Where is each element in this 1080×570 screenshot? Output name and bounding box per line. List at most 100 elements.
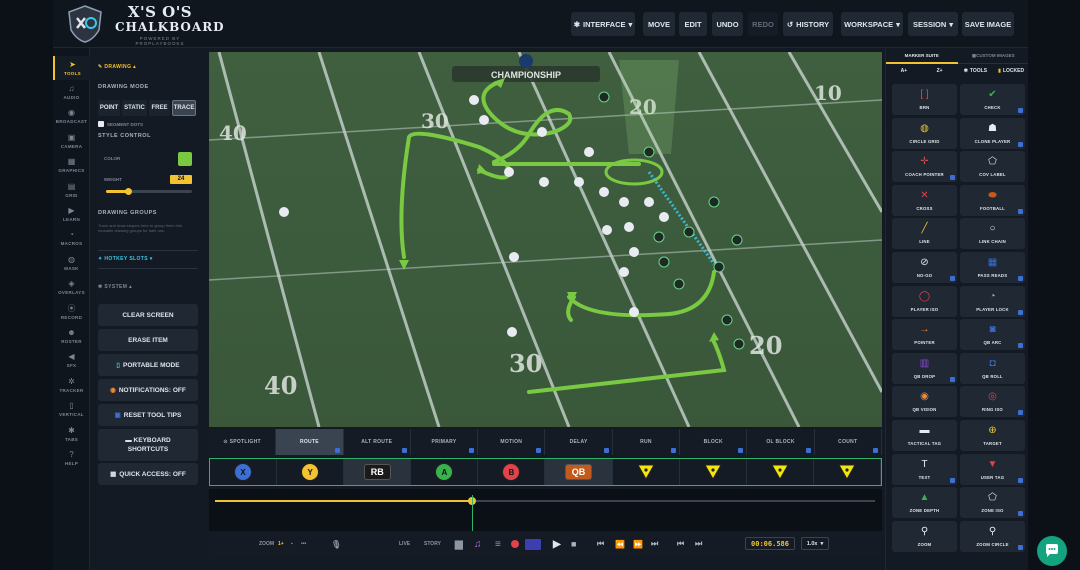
marker-qb-vision[interactable]: ◉ QB VISION	[892, 386, 957, 418]
marker-zone-depth[interactable]: ▲ ZONE DEPTH	[892, 487, 957, 519]
player-marker-b[interactable]: B	[478, 459, 546, 485]
marker-user-tag[interactable]: ▼ USER TAG	[960, 453, 1025, 485]
clear-screen-button[interactable]: CLEAR SCREEN	[98, 304, 198, 326]
microphone-icon[interactable]: 🎙	[331, 531, 341, 557]
marker-cov-label[interactable]: ⬠ COV LABEL	[960, 151, 1025, 183]
marker-text[interactable]: T TEXT	[892, 453, 957, 485]
weight-slider-handle[interactable]	[124, 188, 132, 195]
marker-circle-grid[interactable]: ◍ CIRCLE GRID	[892, 117, 957, 149]
route-delay[interactable]: DELAY	[545, 429, 613, 455]
history-button[interactable]: ↺ HISTORY	[783, 12, 833, 36]
marker-zoom[interactable]: ⚲ ZOOM	[892, 520, 957, 552]
route-primary[interactable]: PRIMARY	[411, 429, 479, 455]
rail-item-tracker[interactable]: ✲ TRACKER	[53, 373, 90, 397]
frame-forward-button[interactable]: ⏭	[695, 531, 702, 557]
video-canvas[interactable]: 40 30 20 10 40 30 20 CHAMPIONSHIP	[209, 52, 882, 427]
segment-dots-checkbox[interactable]	[98, 121, 104, 127]
marker-pointer[interactable]: → POINTER	[892, 319, 957, 351]
rail-item-vertical[interactable]: ▯ VERTICAL	[53, 398, 90, 422]
rail-item-grid[interactable]: ▤ GRID	[53, 178, 90, 202]
player-marker-defender-4[interactable]	[814, 459, 881, 485]
save-image-button[interactable]: SAVE IMAGE	[962, 12, 1014, 36]
folder-icon[interactable]: ▆	[455, 531, 463, 557]
play-button[interactable]: ▶	[553, 531, 561, 557]
playhead[interactable]	[472, 495, 474, 531]
playback-speed-select[interactable]: 1.0x ▾	[801, 537, 829, 550]
marker-pass-reads[interactable]: ▦ PASS READS	[960, 252, 1025, 283]
chat-support-button[interactable]	[1037, 536, 1067, 566]
weight-slider[interactable]	[106, 188, 192, 195]
zoom-in-button[interactable]: 1+	[278, 531, 284, 557]
marker-target[interactable]: ⊕ TARGET	[960, 420, 1025, 451]
z-order-button[interactable]: Z+	[922, 64, 958, 78]
route-count[interactable]: COUNT	[815, 429, 882, 455]
route-run[interactable]: RUN	[613, 429, 681, 455]
route-route[interactable]: ROUTE	[276, 429, 344, 455]
marker-clone-player[interactable]: ☗ CLONE PLAYER	[960, 117, 1025, 149]
move-button[interactable]: MOVE	[643, 12, 675, 36]
edit-button[interactable]: EDIT	[679, 12, 707, 36]
undo-button[interactable]: UNDO	[712, 12, 743, 36]
player-marker-defender-3[interactable]	[747, 459, 814, 485]
interface-menu-button[interactable]: ✱ INTERFACE ▾	[571, 12, 635, 36]
notifications-toggle-button[interactable]: ◉ NOTIFICATIONS: OFF	[98, 379, 198, 401]
marker-coach-pointer[interactable]: ✛ COACH POINTER	[892, 151, 957, 183]
hotkey-slots-toggle[interactable]: ✦ HOTKEY SLOTS ▾	[98, 256, 153, 262]
marker-qb-roll[interactable]: ◘ QB ROLL	[960, 352, 1025, 384]
marker-zoom-circle[interactable]: ⚲ ZOOM CIRCLE	[960, 520, 1025, 552]
marker-ring-iso[interactable]: ◎ RING ISO	[960, 386, 1025, 418]
rail-item-record[interactable]: ⦿ RECORD	[53, 300, 90, 324]
keyboard-shortcuts-button[interactable]: ▬ KEYBOARD SHORTCUTS	[98, 429, 198, 461]
player-marker-rb[interactable]: RB	[344, 459, 412, 485]
rail-item-camera[interactable]: ▣ CAMERA	[53, 129, 90, 153]
locked-toggle[interactable]: ▮ LOCKED	[993, 64, 1029, 78]
reset-tool-tips-button[interactable]: ▣ RESET TOOL TIPS	[98, 404, 198, 426]
zoom-out-button[interactable]: ▪	[291, 531, 293, 557]
rail-item-learn[interactable]: ▶ LEARN	[53, 202, 90, 226]
tab-custom-images[interactable]: ▣ CUSTOM IMAGES	[957, 48, 1029, 64]
player-marker-defender-1[interactable]	[613, 459, 680, 485]
erase-item-button[interactable]: ERASE ITEM	[98, 329, 198, 351]
marker-brn[interactable]: [ ] BRN	[892, 84, 957, 115]
system-section-toggle[interactable]: ✱ SYSTEM ▴	[98, 284, 132, 290]
route-block[interactable]: BLOCK	[680, 429, 748, 455]
marker-tactical-tag[interactable]: ▬ TACTICAL TAG	[892, 420, 957, 451]
tab-marker-suite[interactable]: MARKER SUITE	[886, 48, 958, 64]
marker-player-iso[interactable]: ◯ PLAYER ISO	[892, 285, 957, 317]
media-badge[interactable]	[525, 531, 541, 557]
rail-item-macros[interactable]: ◔ MACROS	[53, 227, 90, 251]
fast-forward-button[interactable]: ⏩	[633, 531, 643, 557]
rail-item-graphics[interactable]: ▦ GRAPHICS	[53, 154, 90, 178]
skip-end-button[interactable]: ⏭	[651, 531, 658, 557]
zoom-fit-button[interactable]: •••	[301, 531, 306, 557]
record-button[interactable]	[511, 531, 519, 557]
player-marker-defender-2[interactable]	[680, 459, 747, 485]
rail-item-audio[interactable]: ♫ AUDIO	[53, 80, 90, 104]
player-marker-x[interactable]: X	[210, 459, 278, 485]
marker-line[interactable]: ╱ LINE	[892, 218, 957, 250]
session-menu-button[interactable]: SESSION ▾	[908, 12, 958, 36]
marker-football[interactable]: ⬬ FOOTBALL	[960, 184, 1025, 216]
rail-item-sfx[interactable]: ◀ SFX	[53, 349, 90, 373]
rail-item-mask[interactable]: ◍ MASK	[53, 251, 90, 275]
skip-start-button[interactable]: ⏮	[597, 531, 604, 557]
stop-button[interactable]: ■	[571, 531, 576, 557]
mode-trace-button[interactable]: TRACE	[172, 100, 196, 116]
rail-item-tabs[interactable]: ✱ TABS	[53, 422, 90, 446]
player-marker-a[interactable]: A	[411, 459, 479, 485]
route-ol-block[interactable]: OL BLOCK	[747, 429, 815, 455]
marker-qb-arc[interactable]: ◙ QB ARC	[960, 319, 1025, 351]
rewind-button[interactable]: ⏪	[615, 531, 625, 557]
mode-free-button[interactable]: FREE	[149, 100, 170, 116]
marker-check[interactable]: ✔ CHECK	[960, 84, 1025, 115]
mode-static-button[interactable]: STATIC	[122, 100, 147, 116]
list-icon[interactable]: ≡	[495, 531, 501, 557]
redo-button[interactable]: REDO	[748, 12, 778, 36]
rail-item-overlays[interactable]: ◈ OVERLAYS	[53, 276, 90, 300]
marker-player-lock[interactable]: ◔ PLAYER LOCK	[960, 285, 1025, 317]
live-button[interactable]: LIVE	[399, 531, 410, 557]
drawing-section-toggle[interactable]: ✎ DRAWING ▴	[98, 64, 136, 70]
bring-forward-button[interactable]: A+	[886, 64, 922, 78]
story-button[interactable]: STORY	[424, 531, 441, 557]
frame-back-button[interactable]: ⏮	[677, 531, 684, 557]
